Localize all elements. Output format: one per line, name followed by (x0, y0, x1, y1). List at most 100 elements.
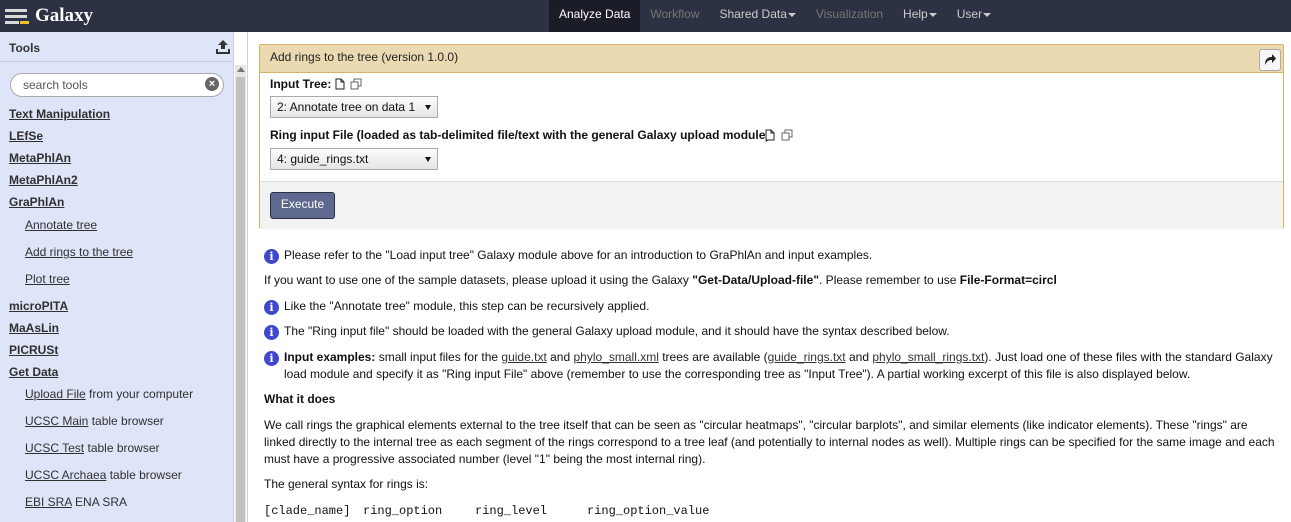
nav-shared-data[interactable]: Shared Data (710, 0, 806, 32)
info-icon: i (264, 351, 279, 366)
help-text: If you want to use one of the sample dat… (264, 273, 693, 287)
tool-desc: ENA SRA (75, 495, 128, 509)
info-icon: i (264, 325, 279, 340)
example-link[interactable]: guide.txt (501, 350, 546, 364)
search-input[interactable] (23, 76, 193, 93)
file-icon[interactable] (764, 129, 776, 141)
tool-panel-header: Tools (0, 32, 233, 62)
nav-label: Workflow (650, 7, 700, 21)
info-icon: i (264, 249, 279, 264)
section-lefse[interactable]: LEfSe (9, 129, 43, 143)
tool-panel-title: Tools (9, 41, 41, 55)
section-maaslin[interactable]: MaAsLin (9, 321, 59, 335)
tool-ucsc-main[interactable]: UCSC Main table browser (25, 414, 164, 428)
nav-label: User (956, 7, 983, 21)
execute-button[interactable]: Execute (270, 192, 335, 219)
brand-title: Galaxy (35, 5, 94, 26)
tool-annotate-tree[interactable]: Annotate tree (25, 218, 97, 232)
scroll-up-arrow-icon[interactable] (237, 67, 245, 72)
copy-icon[interactable] (781, 129, 793, 141)
help-bold: Input examples: (284, 350, 376, 364)
tool-plot-tree[interactable]: Plot tree (25, 272, 70, 286)
caret-down-icon (928, 12, 937, 17)
upload-icon[interactable] (214, 38, 232, 56)
tool-ucsc-test[interactable]: UCSC Test table browser (25, 441, 160, 455)
tool-desc: table browser (91, 414, 164, 428)
help-paragraph: The general syntax for rings is: (264, 477, 429, 491)
copy-icon[interactable] (350, 78, 362, 90)
tool-add-rings[interactable]: Add rings to the tree (25, 245, 133, 259)
clear-search-icon[interactable]: × (205, 77, 219, 91)
panel-divider[interactable] (247, 32, 248, 522)
nav-label: Help (903, 7, 928, 21)
help-paragraph: Like the "Annotate tree" module, this st… (284, 299, 650, 313)
select-value: 2: Annotate tree on data 1 (277, 100, 416, 114)
select-value: 4: guide_rings.txt (277, 152, 369, 166)
help-text: trees are available ( (658, 350, 768, 364)
nav-label: Visualization (815, 7, 884, 21)
tool-link-label: Add rings to the tree (25, 245, 134, 259)
nav-label: Shared Data (719, 7, 787, 21)
tool-link-label: UCSC Main (25, 414, 89, 428)
tool-link-label: UCSC Test (25, 441, 85, 455)
tool-panel: Tools × Text Manipulation LEfSe MetaPhlA… (0, 32, 234, 522)
tool-form-title: Add rings to the tree (version 1.0.0) (270, 50, 459, 64)
nav-analyze-data[interactable]: Analyze Data (549, 0, 641, 32)
tool-form: Add rings to the tree (version 1.0.0) In… (259, 44, 1284, 229)
example-link[interactable]: guide_rings.txt (768, 350, 846, 364)
masthead: Galaxy Analyze Data Workflow Shared Data… (0, 0, 1291, 32)
help-text: and (845, 350, 873, 364)
syntax-ring-option-value: ring_option_value (587, 504, 710, 518)
section-text-manipulation[interactable]: Text Manipulation (9, 107, 110, 121)
share-arrow-icon (1265, 54, 1276, 65)
input-tree-select[interactable]: 2: Annotate tree on data 1 (270, 96, 438, 118)
nav-user[interactable]: User (947, 0, 1001, 32)
example-link[interactable]: phylo_small.xml (574, 350, 659, 364)
tool-ebi-sra[interactable]: EBI SRA ENA SRA (25, 495, 127, 509)
syntax-clade-name: [clade_name] (264, 504, 351, 518)
tool-link-label: Annotate tree (25, 218, 98, 232)
input-tree-label: Input Tree: (270, 77, 332, 91)
tool-desc: from your computer (89, 387, 194, 401)
tool-link-label: EBI SRA (25, 495, 72, 509)
nav-help[interactable]: Help (893, 0, 947, 32)
section-graphlan[interactable]: GraPhlAn (9, 195, 64, 209)
syntax-ring-option: ring_option (363, 504, 443, 518)
galaxy-logo-icon (5, 4, 31, 28)
tool-form-footer: Execute (260, 181, 1283, 229)
nav-label: Analyze Data (559, 7, 631, 21)
galaxy-brand[interactable]: Galaxy (5, 2, 93, 30)
ring-input-file-label: Ring input File (loaded as tab-delimited… (270, 128, 774, 142)
tool-form-header: Add rings to the tree (version 1.0.0) (260, 45, 1283, 73)
section-get-data[interactable]: Get Data (9, 365, 58, 379)
nav-workflow[interactable]: Workflow (640, 0, 709, 32)
help-paragraph: If you want to use one of the sample dat… (264, 272, 1057, 289)
section-metaphlan2[interactable]: MetaPhlAn2 (9, 173, 78, 187)
scroll-thumb[interactable] (236, 77, 245, 522)
help-paragraph: Input examples: small input files for th… (284, 349, 1274, 383)
file-icon[interactable] (334, 78, 346, 90)
dropdown-arrow-icon (425, 157, 431, 162)
info-icon: i (264, 300, 279, 315)
tool-upload-file[interactable]: Upload File from your computer (25, 387, 193, 401)
tool-link-label: Plot tree (25, 272, 70, 286)
help-text: . Please remember to use (819, 273, 960, 287)
tool-panel-scrollbar[interactable] (235, 65, 246, 522)
help-heading: What it does (264, 392, 336, 406)
tool-link-label: UCSC Archaea (25, 468, 107, 482)
help-paragraph: The "Ring input file" should be loaded w… (284, 324, 950, 338)
tool-search: × (10, 73, 224, 97)
tool-desc: table browser (87, 441, 160, 455)
ring-input-file-select[interactable]: 4: guide_rings.txt (270, 148, 438, 170)
section-metaphlan[interactable]: MetaPhlAn (9, 151, 71, 165)
tool-ucsc-archaea[interactable]: UCSC Archaea table browser (25, 468, 182, 482)
help-paragraph: Please refer to the "Load input tree" Ga… (284, 248, 873, 262)
example-link[interactable]: phylo_small_rings.txt (872, 350, 984, 364)
help-text: small input files for the (375, 350, 502, 364)
share-button[interactable] (1259, 49, 1281, 71)
syntax-ring-level: ring_level (475, 504, 548, 518)
nav-visualization[interactable]: Visualization (806, 0, 893, 32)
section-picrust[interactable]: PICRUSt (9, 343, 58, 357)
help-bold: "Get-Data/Upload-file" (692, 273, 820, 287)
section-micropita[interactable]: microPITA (9, 299, 68, 313)
